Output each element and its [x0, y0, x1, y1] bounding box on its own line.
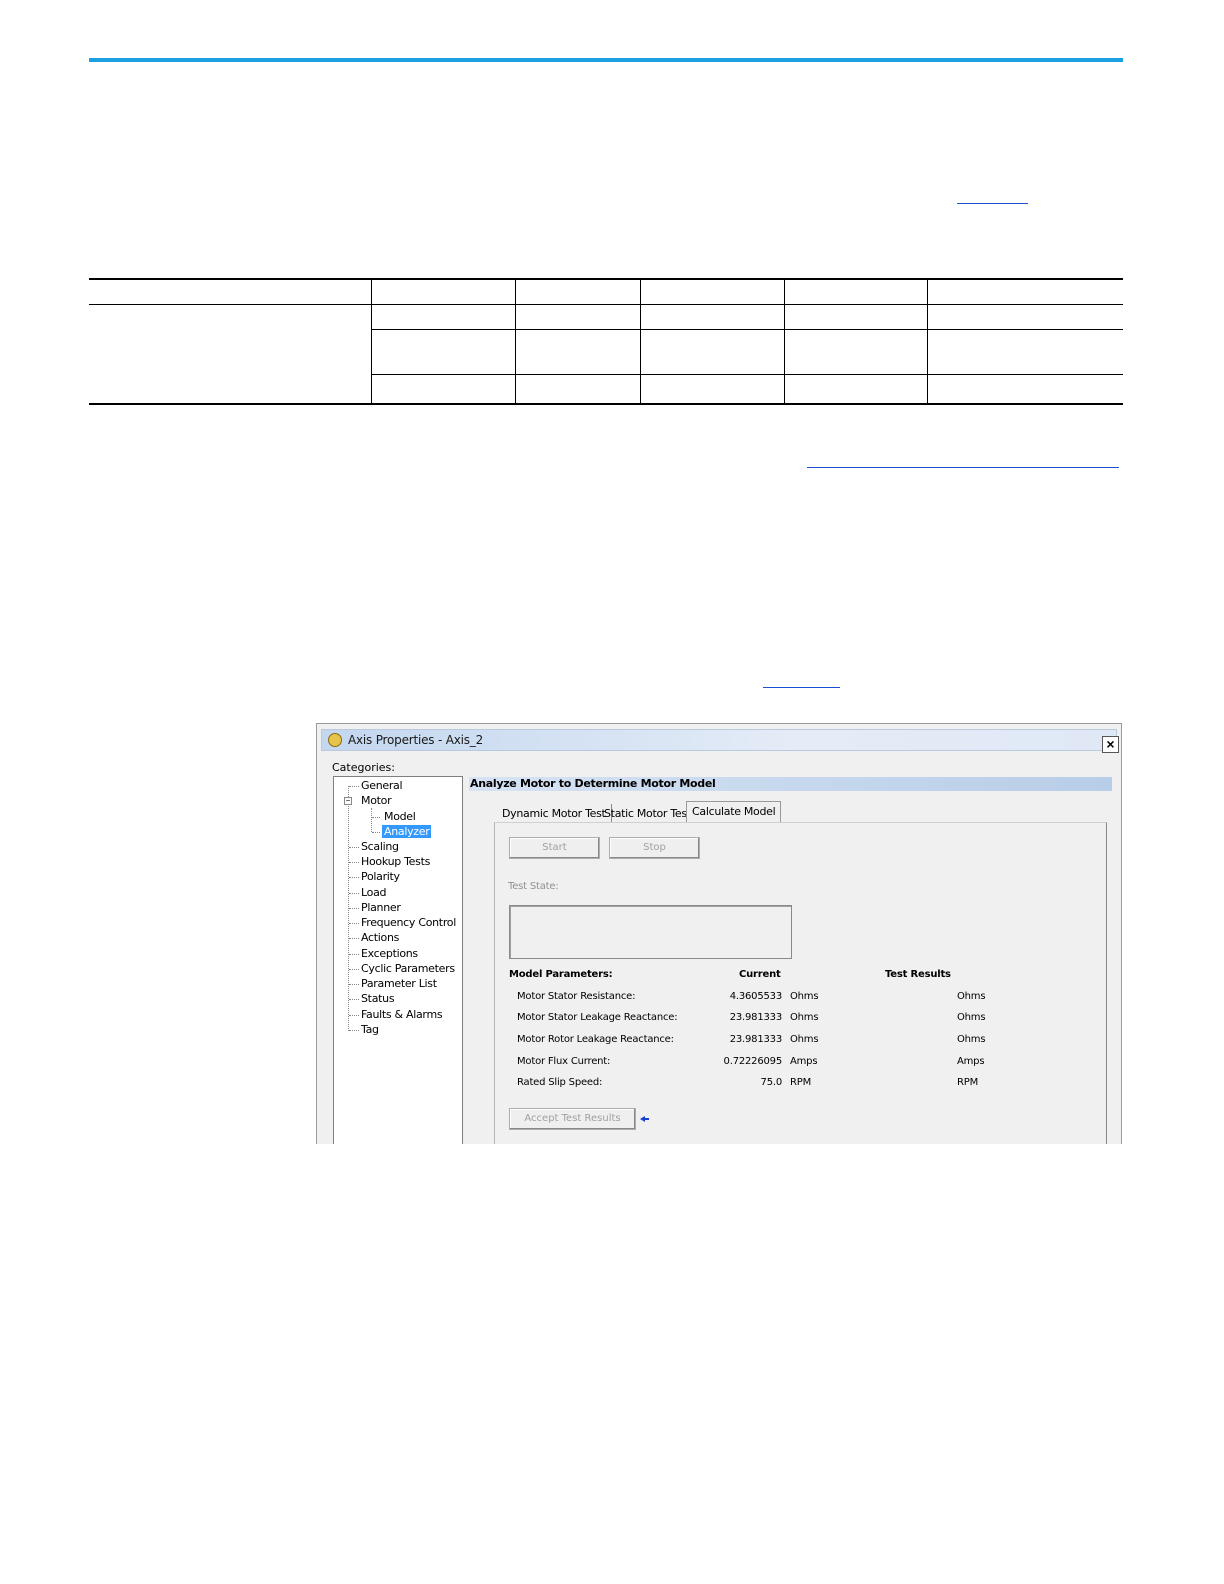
tree-item-hookup-tests[interactable]: Hookup Tests: [361, 855, 430, 868]
tree-item-planner[interactable]: Planner: [361, 901, 401, 914]
tree-item-motor[interactable]: Motor: [361, 794, 392, 807]
start-button[interactable]: Start: [509, 837, 600, 859]
calculate-model-panel: [494, 822, 1107, 1144]
tree-item-parameter-list[interactable]: Parameter List: [361, 977, 437, 990]
param-label: Rated Slip Speed:: [517, 1077, 603, 1088]
tree-item-analyzer[interactable]: Analyzer: [382, 825, 432, 838]
tree-item-model[interactable]: Model: [384, 810, 416, 823]
tree-item-polarity[interactable]: Polarity: [361, 870, 400, 883]
param-label: Motor Stator Resistance:: [517, 991, 636, 1002]
tab-calculate-model[interactable]: Calculate Model: [686, 801, 782, 823]
param-result-unit: Ohms: [957, 1012, 986, 1023]
param-current-value: 4.3605533: [729, 991, 782, 1002]
figure-reference-link[interactable]: [763, 687, 840, 688]
param-label: Motor Rotor Leakage Reactance:: [517, 1034, 674, 1045]
accept-test-results-button[interactable]: Accept Test Results: [509, 1108, 636, 1130]
param-label: Motor Stator Leakage Reactance:: [517, 1012, 678, 1023]
axis-gear-icon: [328, 733, 342, 747]
collapse-icon[interactable]: −: [344, 797, 352, 805]
param-current-value: 23.981333: [729, 1012, 782, 1023]
param-current-unit: Ohms: [790, 1034, 819, 1045]
tree-item-actions[interactable]: Actions: [361, 931, 399, 944]
tab-static-motor-test[interactable]: Static Motor Test: [599, 804, 697, 823]
param-current-value: 75.0: [760, 1077, 783, 1088]
axis-properties-dialog: Axis Properties - Axis_2 × Categories: −…: [316, 723, 1122, 1144]
tree-item-scaling[interactable]: Scaling: [361, 840, 399, 853]
header-accent-bar: [89, 58, 1123, 62]
current-header: Current: [739, 969, 781, 980]
test-state-label: Test State:: [508, 881, 559, 892]
stop-button[interactable]: Stop: [609, 837, 700, 859]
cross-reference-link[interactable]: [957, 203, 1028, 204]
param-current-unit: RPM: [790, 1077, 812, 1088]
param-result-unit: Amps: [957, 1056, 985, 1067]
tree-item-general[interactable]: General: [361, 779, 403, 792]
param-current-value: 23.981333: [729, 1034, 782, 1045]
tree-item-faults-alarms[interactable]: Faults & Alarms: [361, 1008, 443, 1021]
dialog-titlebar: Axis Properties - Axis_2 ×: [321, 729, 1119, 753]
dialog-title: Axis Properties - Axis_2: [348, 733, 484, 747]
publication-link[interactable]: [807, 467, 1119, 468]
param-current-unit: Ohms: [790, 991, 819, 1002]
close-button[interactable]: ×: [1102, 736, 1119, 753]
param-result-unit: RPM: [957, 1077, 979, 1088]
param-result-unit: Ohms: [957, 1034, 986, 1045]
left-arrow-icon: [640, 1115, 650, 1123]
param-current-unit: Ohms: [790, 1012, 819, 1023]
param-label: Motor Flux Current:: [517, 1056, 611, 1067]
tree-item-frequency-control[interactable]: Frequency Control: [361, 916, 456, 929]
panel-header: Analyze Motor to Determine Motor Model: [469, 777, 1112, 791]
param-result-unit: Ohms: [957, 991, 986, 1002]
tree-item-status[interactable]: Status: [361, 992, 395, 1005]
test-state-box: [509, 905, 792, 959]
tree-item-load[interactable]: Load: [361, 886, 387, 899]
categories-label: Categories:: [332, 761, 395, 774]
param-current-unit: Amps: [790, 1056, 818, 1067]
model-parameters-header: Model Parameters:: [509, 969, 613, 980]
tree-item-exceptions[interactable]: Exceptions: [361, 947, 418, 960]
tree-item-tag[interactable]: Tag: [361, 1023, 379, 1036]
test-results-header: Test Results: [885, 969, 951, 980]
param-current-value: 0.72226095: [723, 1056, 783, 1067]
tab-dynamic-motor-test[interactable]: Dynamic Motor Test: [497, 804, 612, 823]
categories-tree: − General Motor Model Analyzer Scaling H…: [333, 776, 463, 1144]
tree-item-cyclic-parameters[interactable]: Cyclic Parameters: [361, 962, 455, 975]
